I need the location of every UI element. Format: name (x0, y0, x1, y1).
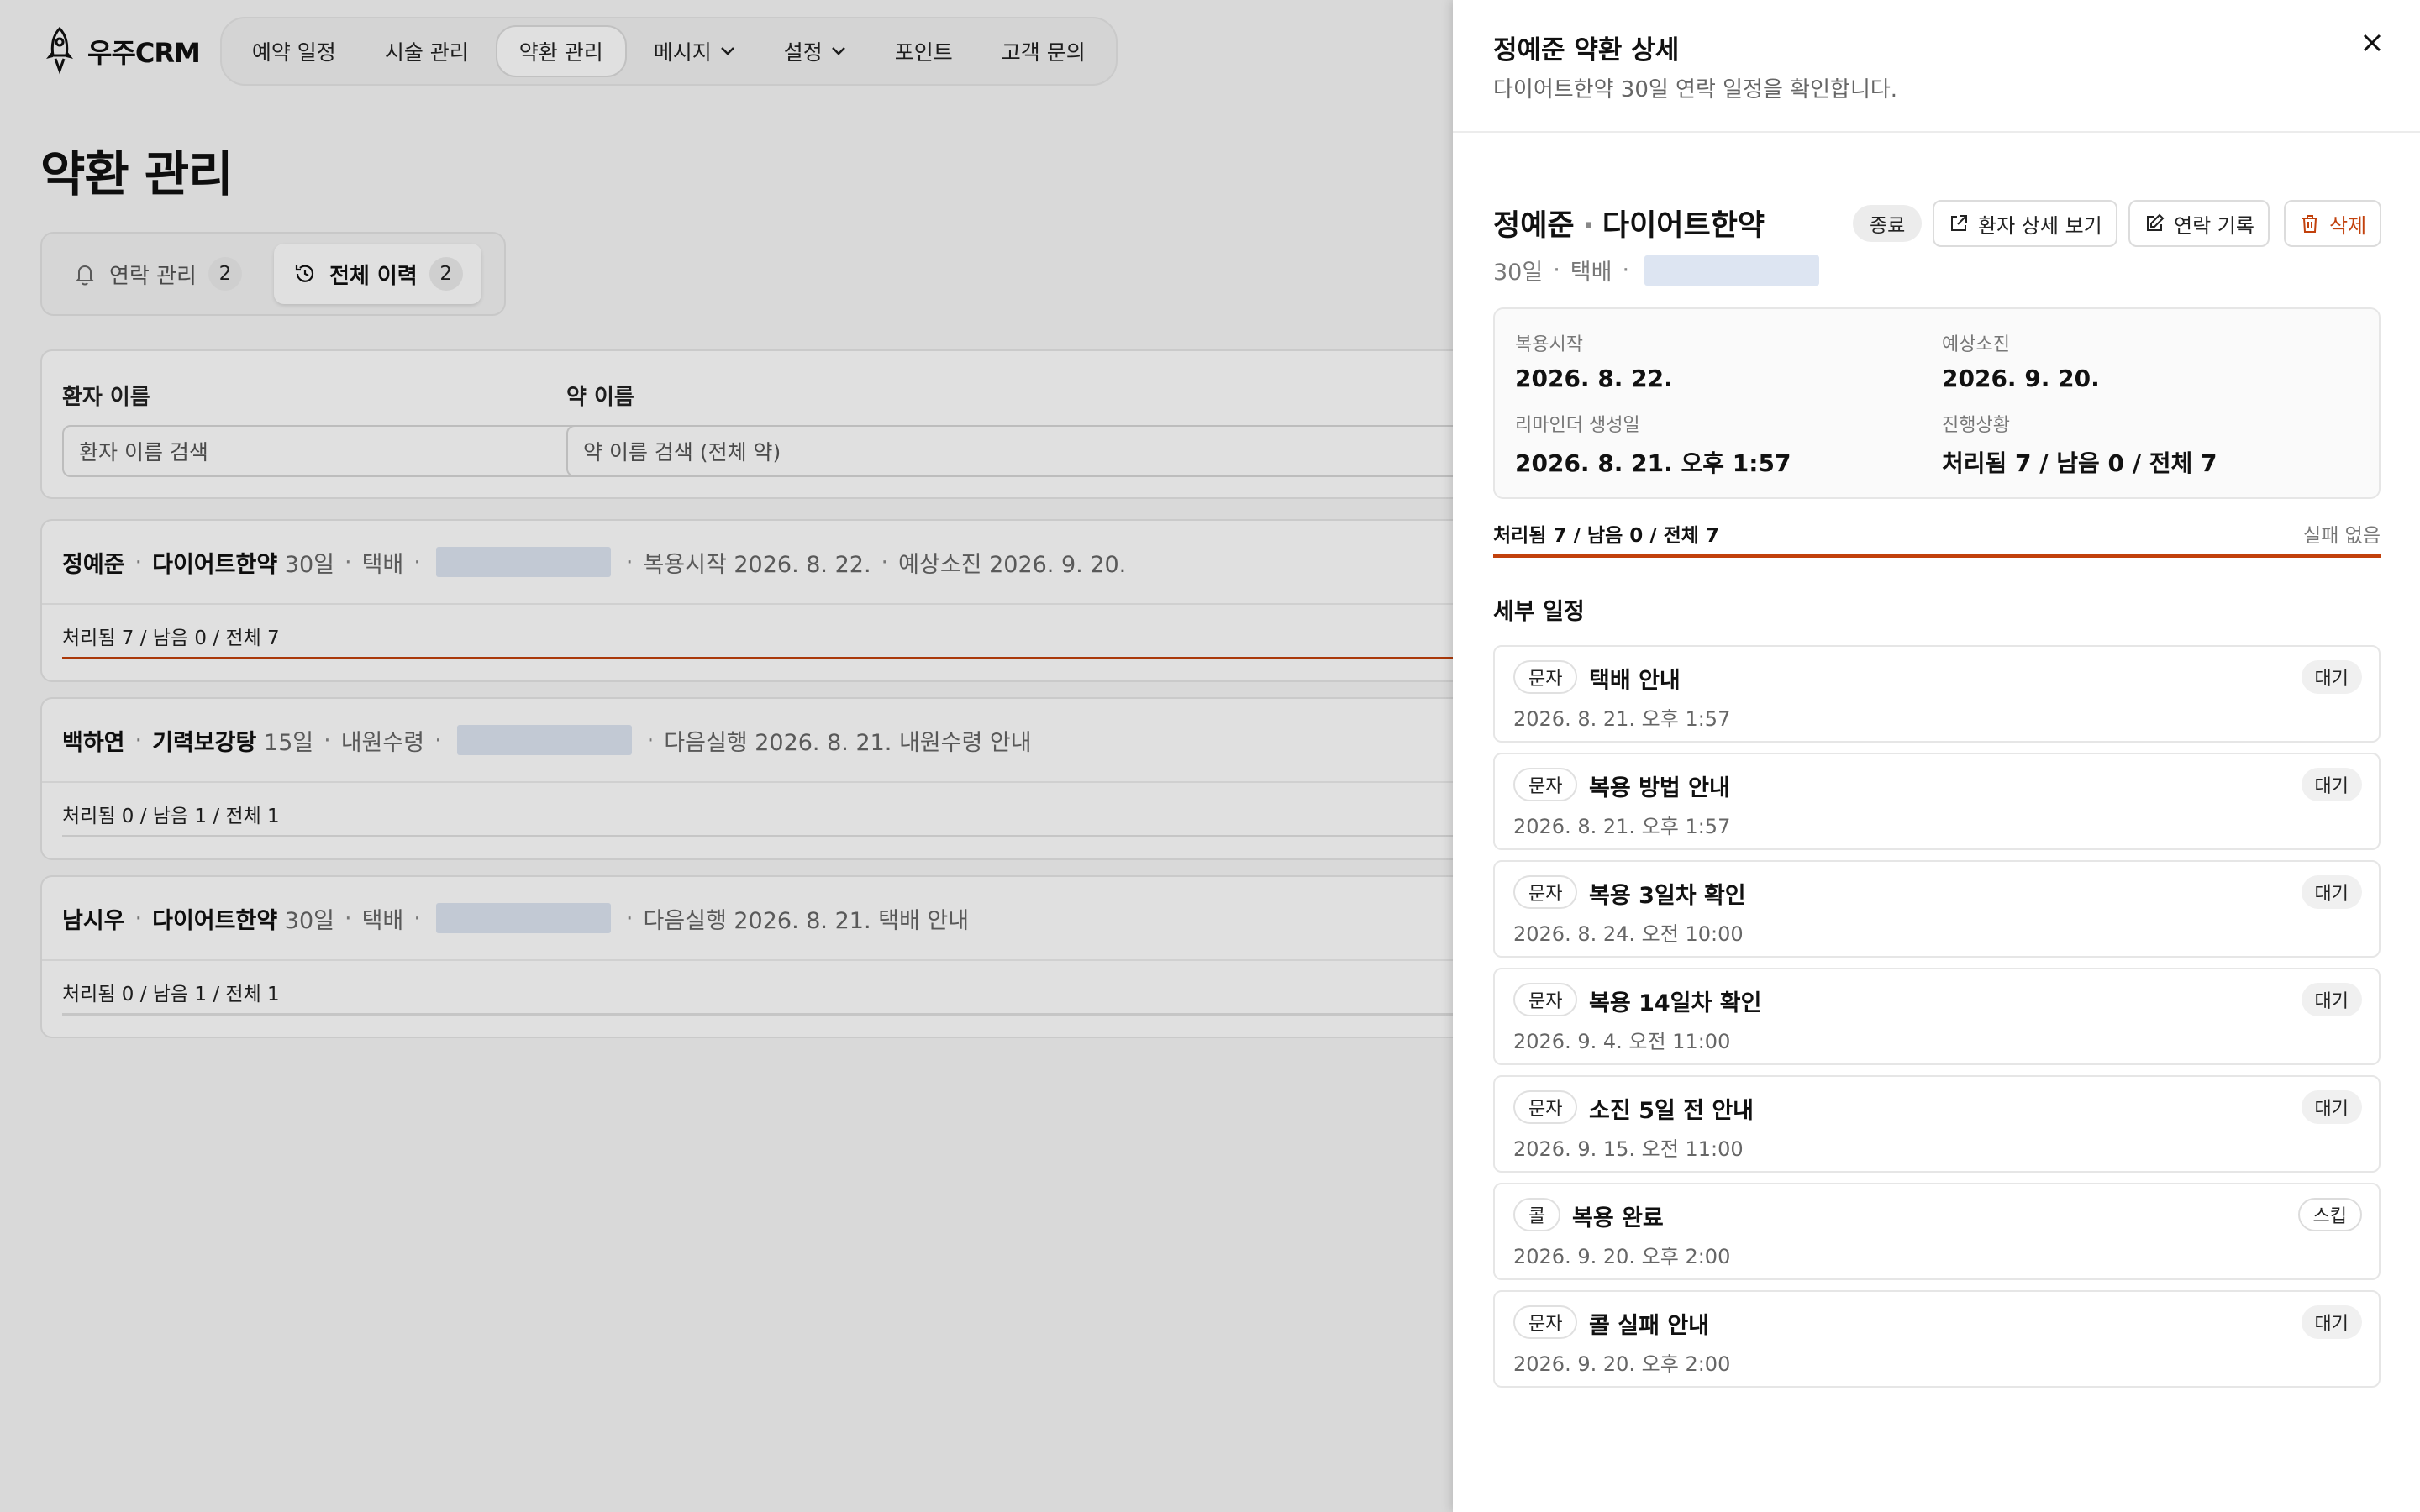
schedule-type-badge: 문자 (1513, 983, 1578, 1016)
end-value: 2026. 9. 20. (1942, 365, 2100, 392)
delete-button[interactable]: 삭제 (2284, 200, 2382, 247)
drawer-header: 정예준 약환 상세 다이어트한약 30일 연락 일정을 확인합니다. (1453, 0, 2420, 133)
external-link-icon (1951, 215, 1967, 231)
schedule-title: 세부 일정 (1493, 599, 1585, 625)
patient-heading: 정예준 · 다이어트한약 (1493, 209, 1765, 243)
schedule-name: 복용 3일차 확인 (1589, 883, 1746, 909)
schedule-item[interactable]: 문자 복용 14일차 확인 대기 2026. 9. 4. 오전 11:00 (1493, 968, 2381, 1065)
button-label: 환자 상세 보기 (1978, 213, 2102, 238)
schedule-type-badge: 문자 (1513, 768, 1578, 801)
drawer-title: 정예준 약환 상세 (1493, 35, 1680, 66)
fail-status: 실패 없음 (2303, 525, 2381, 547)
progress-text: 처리됨 7 / 남음 0 / 전체 7 (1493, 525, 1719, 547)
days: 30일 (1493, 260, 1544, 286)
schedule-state-badge: 대기 (2301, 768, 2362, 801)
schedule-date: 2026. 9. 20. 오후 2:00 (1513, 1352, 1731, 1376)
info-summary: 복용시작 2026. 8. 22. 예상소진 2026. 9. 20. 리마인더… (1493, 307, 2381, 499)
schedule-state-badge: 대기 (2301, 983, 2362, 1016)
progress-fill (1493, 554, 2381, 558)
schedule-state-badge: 스킵 (2297, 1198, 2362, 1231)
edit-note-icon (2147, 213, 2165, 231)
patient-detail-button[interactable]: 환자 상세 보기 (1933, 200, 2118, 247)
schedule-item[interactable]: 문자 소진 5일 전 안내 대기 2026. 9. 15. 오전 11:00 (1493, 1075, 2381, 1173)
schedule-name: 콜 실패 안내 (1589, 1313, 1709, 1339)
created-value: 2026. 8. 21. 오후 1:57 (1515, 449, 1791, 477)
start-label: 복용시작 (1515, 334, 1583, 355)
schedule-type-badge: 콜 (1513, 1198, 1561, 1231)
schedule-name: 택배 안내 (1589, 668, 1681, 694)
schedule-state-badge: 대기 (2301, 1090, 2362, 1124)
end-label: 예상소진 (1942, 334, 2010, 355)
schedule-item[interactable]: 문자 택배 안내 대기 2026. 8. 21. 오후 1:57 (1493, 645, 2381, 743)
schedule-date: 2026. 9. 4. 오전 11:00 (1513, 1030, 1731, 1053)
schedule-state-badge: 대기 (2301, 1305, 2362, 1339)
schedule-type-badge: 문자 (1513, 1090, 1578, 1124)
schedule-date: 2026. 9. 15. 오전 11:00 (1513, 1137, 1744, 1161)
schedule-type-badge: 문자 (1513, 875, 1578, 909)
trash-icon (2302, 215, 2317, 233)
schedule-date: 2026. 8. 21. 오후 1:57 (1513, 707, 1731, 731)
start-value: 2026. 8. 22. (1515, 365, 1673, 392)
schedule-date: 2026. 8. 24. 오전 10:00 (1513, 922, 1744, 946)
drawer-subtitle: 다이어트한약 30일 연락 일정을 확인합니다. (1493, 77, 1898, 102)
method: 택배 (1570, 260, 1612, 286)
status-badge: 종료 (1853, 205, 1923, 242)
schedule-type-badge: 문자 (1513, 660, 1578, 694)
state-value: 처리됨 7 / 남음 0 / 전체 7 (1942, 449, 2217, 477)
schedule-item[interactable]: 문자 복용 방법 안내 대기 2026. 8. 21. 오후 1:57 (1493, 753, 2381, 850)
schedule-item[interactable]: 콜 복용 완료 스킵 2026. 9. 20. 오후 2:00 (1493, 1183, 2381, 1280)
close-icon[interactable] (2358, 29, 2386, 57)
button-label: 연락 기록 (2174, 213, 2254, 238)
schedule-name: 소진 5일 전 안내 (1589, 1098, 1754, 1124)
redacted-phone (1644, 255, 1820, 286)
state-label: 진행상황 (1942, 415, 2010, 436)
button-label: 삭제 (2329, 213, 2367, 238)
progress-bar (1493, 554, 2381, 558)
schedule-date: 2026. 8. 21. 오후 1:57 (1513, 815, 1731, 838)
schedule-name: 복용 방법 안내 (1589, 775, 1730, 801)
schedule-date: 2026. 9. 20. 오후 2:00 (1513, 1245, 1731, 1268)
created-label: 리마인더 생성일 (1515, 415, 1640, 436)
schedule-state-badge: 대기 (2301, 875, 2362, 909)
patient-meta: 30일 · 택배 · (1493, 254, 1824, 286)
patient-name: 정예준 (1493, 209, 1575, 243)
drug-name: 다이어트한약 (1602, 209, 1765, 243)
schedule-item[interactable]: 문자 콜 실패 안내 대기 2026. 9. 20. 오후 2:00 (1493, 1290, 2381, 1388)
schedule-name: 복용 완료 (1572, 1205, 1664, 1231)
schedule-state-badge: 대기 (2301, 660, 2362, 694)
schedule-type-badge: 문자 (1513, 1305, 1578, 1339)
schedule-name: 복용 14일차 확인 (1589, 990, 1762, 1016)
contact-log-button[interactable]: 연락 기록 (2128, 200, 2270, 247)
schedule-item[interactable]: 문자 복용 3일차 확인 대기 2026. 8. 24. 오전 10:00 (1493, 860, 2381, 958)
